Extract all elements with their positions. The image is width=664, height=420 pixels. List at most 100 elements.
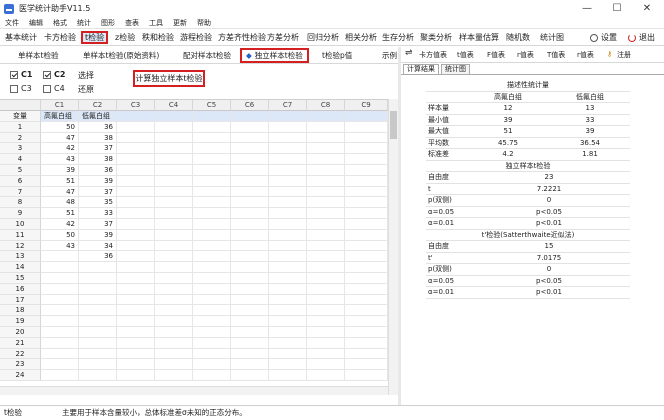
grid-cell[interactable] [193,251,231,263]
select-link[interactable]: 选择 [78,70,94,81]
grid-cell[interactable]: 39 [79,229,117,241]
toolbar-cluster[interactable]: 聚类分析 [420,31,452,44]
grid-cell[interactable]: 低氟白组 [79,111,117,122]
grid-cell[interactable] [41,337,79,349]
grid-cell[interactable] [345,370,388,381]
toolbar-random[interactable]: 随机数 [506,31,530,44]
grid-cell[interactable] [231,208,269,219]
grid-cell[interactable] [231,348,269,360]
grid-cell[interactable]: 42 [41,143,79,155]
row-header[interactable]: 3 [0,143,41,155]
grid-cell[interactable] [269,165,307,176]
grid-cell[interactable] [231,229,269,241]
exit-button[interactable]: 退出 [628,31,655,44]
grid-cell[interactable] [269,370,307,381]
row-header[interactable]: 5 [0,165,41,176]
scroll-thumb[interactable] [390,111,397,139]
grid-cell[interactable] [155,305,193,317]
grid-cell[interactable] [41,294,79,306]
grid-cell[interactable] [269,229,307,241]
grid-cell[interactable]: 38 [79,154,117,165]
grid-cell[interactable]: 34 [79,240,117,252]
grid-cell[interactable] [193,111,231,122]
grid-cell[interactable] [117,186,155,198]
grid-cell[interactable]: 47 [41,186,79,198]
grid-cell[interactable] [307,219,345,230]
grid-cell[interactable] [41,273,79,284]
grid-cell[interactable] [117,327,155,338]
grid-cell[interactable] [269,111,307,122]
grid-cell[interactable] [307,316,345,327]
grid-cell[interactable] [231,305,269,317]
grid-cell[interactable] [231,262,269,273]
grid-cell[interactable] [155,359,193,371]
grid-cell[interactable] [307,165,345,176]
grid-cell[interactable] [117,175,155,187]
row-header[interactable]: 16 [0,283,41,295]
panel-splitter[interactable] [398,47,401,405]
grid-cell[interactable] [117,121,155,133]
grid-cell[interactable] [345,359,388,371]
grid-cell[interactable] [345,186,388,198]
menu-lookup[interactable]: 查表 [125,18,139,28]
grid-cell[interactable] [345,197,388,209]
grid-cell[interactable] [231,240,269,252]
grid-cell[interactable] [307,154,345,165]
grid-cell[interactable] [79,359,117,371]
grid-cell[interactable] [307,251,345,263]
grid-cell[interactable] [155,316,193,327]
grid-cell[interactable] [117,359,155,371]
grid-cell[interactable] [193,132,231,144]
grid-cell[interactable]: 37 [79,186,117,198]
grid-cell[interactable] [269,251,307,263]
toolbar-t-test[interactable]: t检验 [81,31,109,44]
toolbar-runs-test[interactable]: 游程检验 [180,31,212,44]
grid-cell[interactable] [231,283,269,295]
grid-cell[interactable] [307,229,345,241]
grid-cell[interactable] [193,143,231,155]
grid-cell[interactable] [345,219,388,230]
grid-cell[interactable] [307,305,345,317]
grid-cell[interactable] [345,294,388,306]
grid-cell[interactable] [117,251,155,263]
column-header[interactable]: C5 [193,100,231,111]
row-header[interactable]: 13 [0,251,41,263]
grid-cell[interactable]: 43 [41,240,79,252]
grid-cell[interactable] [231,111,269,122]
grid-cell[interactable]: 33 [79,208,117,219]
grid-cell[interactable] [117,316,155,327]
grid-cell[interactable] [307,208,345,219]
grid-cell[interactable] [193,370,231,381]
table-r[interactable]: r值表 [517,50,534,60]
grid-cell[interactable]: 51 [41,175,79,187]
grid-cell[interactable] [79,327,117,338]
grid-cell[interactable] [345,165,388,176]
grid-cell[interactable] [79,305,117,317]
grid-cell[interactable] [231,132,269,144]
grid-cell[interactable] [193,240,231,252]
grid-cell[interactable] [41,316,79,327]
menu-tools[interactable]: 工具 [149,18,163,28]
column-header[interactable]: C7 [269,100,307,111]
grid-cell[interactable] [117,273,155,284]
grid-cell[interactable] [117,154,155,165]
grid-cell[interactable] [307,262,345,273]
tab-independent[interactable]: ◆ 独立样本t检验 [240,48,309,63]
grid-cell[interactable] [231,165,269,176]
row-header[interactable]: 4 [0,154,41,165]
grid-cell[interactable] [117,165,155,176]
grid-cell[interactable] [345,273,388,284]
grid-cell[interactable] [155,262,193,273]
grid-cell[interactable] [41,262,79,273]
table-T[interactable]: T值表 [547,50,565,60]
grid-cell[interactable] [155,175,193,187]
checkbox-c1[interactable]: C1 [10,70,32,79]
grid-cell[interactable] [345,262,388,273]
table-r2[interactable]: r值表 [577,50,594,60]
grid-cell[interactable]: 36 [79,165,117,176]
grid-cell[interactable] [269,294,307,306]
column-header[interactable]: C8 [307,100,345,111]
grid-cell[interactable] [193,273,231,284]
column-header[interactable]: C1 [41,100,79,111]
grid-cell[interactable] [117,240,155,252]
